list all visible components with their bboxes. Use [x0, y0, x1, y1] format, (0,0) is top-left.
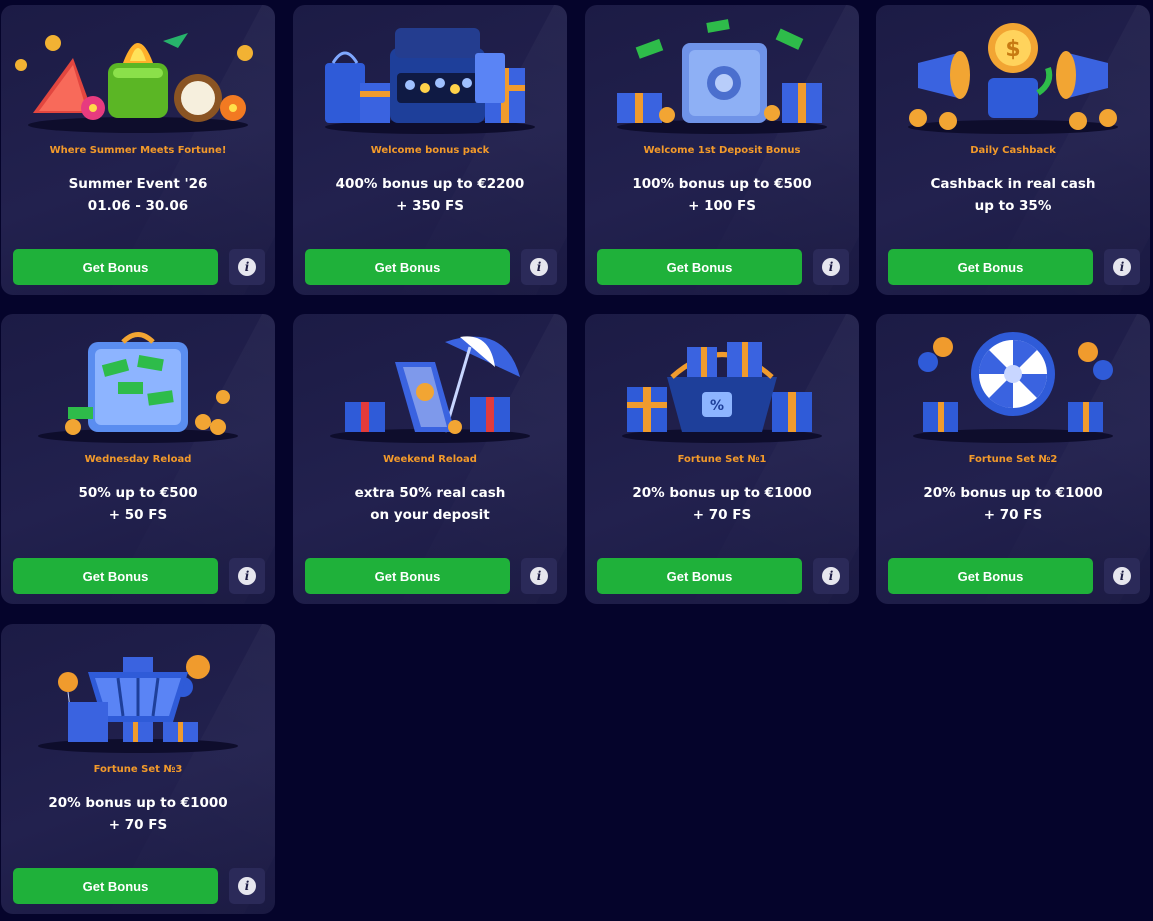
info-icon: i	[530, 258, 548, 276]
safe-illustration	[597, 13, 847, 137]
info-icon: i	[530, 567, 548, 585]
get-bonus-button[interactable]: Get Bonus	[597, 558, 802, 594]
get-bonus-button[interactable]: Get Bonus	[597, 249, 802, 285]
info-button[interactable]: i	[229, 249, 265, 285]
promo-title-line: Cashback in real cash	[930, 176, 1096, 192]
promo-subtitle: Fortune Set №2	[968, 454, 1058, 465]
promo-subtitle: Welcome 1st Deposit Bonus	[643, 145, 801, 156]
info-icon: i	[238, 877, 256, 895]
get-bonus-button[interactable]: Get Bonus	[305, 249, 510, 285]
promo-subtitle: Fortune Set №1	[677, 454, 767, 465]
promo-title: 400% bonus up to €2200 + 350 FS	[301, 173, 559, 217]
info-button[interactable]: i	[229, 868, 265, 904]
promo-card: Weekend Reload extra 50% real cash on yo…	[293, 314, 567, 604]
promo-title: 20% bonus up to €1000 + 70 FS	[9, 792, 267, 836]
promo-title: 100% bonus up to €500 + 100 FS	[593, 173, 851, 217]
get-bonus-button[interactable]: Get Bonus	[888, 249, 1093, 285]
promo-title-line: + 70 FS	[108, 817, 168, 833]
promo-title-line: + 70 FS	[983, 507, 1043, 523]
promo-title-line: Summer Event '26	[68, 176, 208, 192]
promo-subtitle: Fortune Set №3	[93, 764, 183, 775]
treasure-suitcase-illustration	[305, 13, 555, 137]
promo-title-line: 400% bonus up to €2200	[335, 176, 525, 192]
info-icon: i	[238, 567, 256, 585]
get-bonus-button[interactable]: Get Bonus	[888, 558, 1093, 594]
svg-text:$: $	[1005, 37, 1020, 62]
promo-card: Fortune Set №2 20% bonus up to €1000 + 7…	[876, 314, 1150, 604]
svg-text:%: %	[710, 398, 724, 414]
promo-title-line: 01.06 - 30.06	[87, 198, 189, 214]
promotions-grid: Where Summer Meets Fortune! Summer Event…	[0, 0, 1153, 921]
info-icon: i	[822, 567, 840, 585]
promo-title-line: + 100 FS	[688, 198, 756, 214]
promo-subtitle: Daily Cashback	[970, 145, 1056, 156]
promo-title-line: 20% bonus up to €1000	[48, 795, 228, 811]
promo-title-line: + 350 FS	[396, 198, 464, 214]
promo-title-line: on your deposit	[370, 507, 490, 523]
promo-card: Wednesday Reload 50% up to €500 + 50 FS …	[1, 314, 275, 604]
beach-chair-illustration	[305, 322, 555, 446]
get-bonus-button[interactable]: Get Bonus	[13, 249, 218, 285]
promo-title-line: 100% bonus up to €500	[632, 176, 812, 192]
promo-subtitle: Wednesday Reload	[84, 454, 192, 465]
promo-title: 50% up to €500 + 50 FS	[9, 482, 267, 526]
promo-title-line: extra 50% real cash	[354, 485, 506, 501]
get-bonus-button[interactable]: Get Bonus	[13, 558, 218, 594]
promo-title-line: 20% bonus up to €1000	[632, 485, 812, 501]
gift-basket-illustration: %	[597, 322, 847, 446]
promo-title: Cashback in real cash up to 35%	[884, 173, 1142, 217]
get-bonus-button[interactable]: Get Bonus	[305, 558, 510, 594]
promo-title-line: 50% up to €500	[78, 485, 198, 501]
shopping-cart-illustration	[13, 632, 263, 756]
info-icon: i	[238, 258, 256, 276]
promo-title: 20% bonus up to €1000 + 70 FS	[593, 482, 851, 526]
fortune-wheel-illustration	[888, 322, 1138, 446]
info-button[interactable]: i	[813, 249, 849, 285]
info-button[interactable]: i	[1104, 249, 1140, 285]
info-button[interactable]: i	[521, 249, 557, 285]
cashback-megaphone-illustration: $	[888, 13, 1138, 137]
info-icon: i	[1113, 258, 1131, 276]
info-icon: i	[822, 258, 840, 276]
promo-card: $ Daily Cashback Cashback in real cash u…	[876, 5, 1150, 295]
promo-subtitle: Weekend Reload	[383, 454, 477, 465]
promo-title-line: + 70 FS	[692, 507, 752, 523]
info-button[interactable]: i	[1104, 558, 1140, 594]
promo-subtitle: Where Summer Meets Fortune!	[49, 145, 227, 156]
promo-title-line: + 50 FS	[108, 507, 168, 523]
info-button[interactable]: i	[813, 558, 849, 594]
money-suitcase-illustration	[13, 322, 263, 446]
promo-title-line: up to 35%	[974, 198, 1052, 214]
promo-card: % Fortune Set №1 20% bonus up to €1000 +…	[585, 314, 859, 604]
summer-tropical-illustration	[13, 13, 263, 137]
info-button[interactable]: i	[229, 558, 265, 594]
info-button[interactable]: i	[521, 558, 557, 594]
promo-title: Summer Event '26 01.06 - 30.06	[9, 173, 267, 217]
promo-subtitle: Welcome bonus pack	[370, 145, 490, 156]
get-bonus-button[interactable]: Get Bonus	[13, 868, 218, 904]
promo-card: Fortune Set №3 20% bonus up to €1000 + 7…	[1, 624, 275, 914]
promo-title: 20% bonus up to €1000 + 70 FS	[884, 482, 1142, 526]
promo-title-line: 20% bonus up to €1000	[923, 485, 1103, 501]
promo-card: Welcome bonus pack 400% bonus up to €220…	[293, 5, 567, 295]
info-icon: i	[1113, 567, 1131, 585]
promo-card: Where Summer Meets Fortune! Summer Event…	[1, 5, 275, 295]
promo-title: extra 50% real cash on your deposit	[301, 482, 559, 526]
promo-card: Welcome 1st Deposit Bonus 100% bonus up …	[585, 5, 859, 295]
